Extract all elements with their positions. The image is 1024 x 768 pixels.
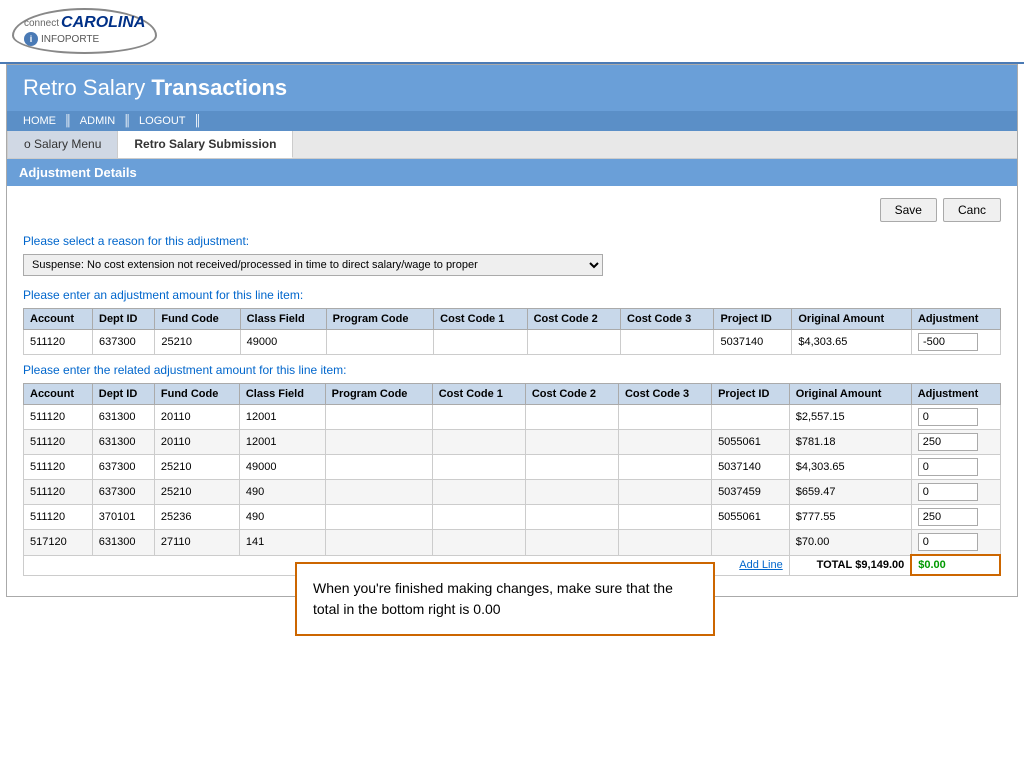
adjustment-input[interactable]: [918, 433, 978, 451]
related-table: Account Dept ID Fund Code Class Field Pr…: [23, 383, 1001, 576]
adjustment-input[interactable]: [918, 483, 978, 501]
table-row: 511120370101252364905055061$777.55: [24, 505, 1001, 530]
col2-project-id: Project ID: [712, 384, 790, 405]
page-title: Retro Salary Transactions: [23, 75, 1001, 101]
adjustment-input[interactable]: [918, 508, 978, 526]
tab-salary-menu[interactable]: o Salary Menu: [7, 131, 118, 158]
col2-account: Account: [24, 384, 93, 405]
total-label-cell: TOTAL $9,149.00: [789, 555, 911, 575]
col2-original-amount: Original Amount: [789, 384, 911, 405]
cancel-button[interactable]: Canc: [943, 198, 1001, 222]
reason-dropdown-row: Please select a reason for this adjustme…: [23, 234, 1001, 276]
table-row: 51112063730025210490005037140$4,303.65: [24, 455, 1001, 480]
adjustment-details-header: Adjustment Details: [7, 159, 1017, 186]
col2-cost-code-3: Cost Code 3: [618, 384, 711, 405]
col-project-id: Project ID: [714, 309, 792, 330]
col-original-amount: Original Amount: [792, 309, 912, 330]
logo-connect-text: connect: [24, 18, 59, 29]
col2-dept-id: Dept ID: [92, 384, 154, 405]
col-program-code: Program Code: [326, 309, 434, 330]
col2-cost-code-2: Cost Code 2: [525, 384, 618, 405]
adjustment-input[interactable]: [918, 333, 978, 351]
col2-program-code: Program Code: [325, 384, 432, 405]
add-line-link[interactable]: Add Line: [739, 559, 782, 571]
related-label: Please enter the related adjustment amou…: [23, 363, 1001, 377]
header: connect CAROLINA i INFOPORTE: [0, 0, 1024, 64]
table-row: 51712063130027110141$70.00: [24, 530, 1001, 556]
adjustment-input[interactable]: [918, 533, 978, 551]
col2-class-field: Class Field: [239, 384, 325, 405]
nav-admin[interactable]: ADMIN: [80, 115, 115, 127]
save-button[interactable]: Save: [880, 198, 937, 222]
logo-carolina-text: CAROLINA: [61, 14, 145, 32]
logo-infoporte-row: i INFOPORTE: [24, 32, 145, 46]
table-row: 51112063730025210490005037140$4,303.65: [24, 330, 1001, 355]
logo-area: connect CAROLINA i INFOPORTE: [24, 14, 145, 46]
table-row: 5111206313002011012001$2,557.15: [24, 405, 1001, 430]
info-icon: i: [24, 32, 38, 46]
col-adjustment: Adjustment: [911, 309, 1000, 330]
col-account: Account: [24, 309, 93, 330]
nav-home[interactable]: HOME: [23, 115, 56, 127]
adjustment-details-content: Save Canc Please select a reason for thi…: [7, 186, 1017, 596]
reason-label: Please select a reason for this adjustme…: [23, 234, 1001, 248]
page-wrapper: connect CAROLINA i INFOPORTE Retro Salar…: [0, 0, 1024, 768]
col-cost-code-2: Cost Code 2: [527, 309, 620, 330]
col2-fund-code: Fund Code: [154, 384, 239, 405]
button-row: Save Canc: [23, 198, 1001, 222]
adjustment-details-section: Adjustment Details Save Canc Please sele…: [7, 159, 1017, 596]
col-fund-code: Fund Code: [155, 309, 240, 330]
main-container: Retro Salary Transactions HOME ║ ADMIN ║…: [6, 64, 1018, 597]
col2-adjustment: Adjustment: [911, 384, 1000, 405]
callout-text: When you're finished making changes, mak…: [313, 580, 673, 617]
line-item-table: Account Dept ID Fund Code Class Field Pr…: [23, 308, 1001, 355]
adjustment-input[interactable]: [918, 408, 978, 426]
tab-bar: o Salary Menu Retro Salary Submission: [7, 131, 1017, 159]
line-item-label: Please enter an adjustment amount for th…: [23, 288, 1001, 302]
total-adjustment-cell: $0.00: [911, 555, 1000, 575]
table-row: 51112063130020110120015055061$781.18: [24, 430, 1001, 455]
table-row: 511120637300252104905037459$659.47: [24, 480, 1001, 505]
callout-box: When you're finished making changes, mak…: [295, 562, 715, 636]
nav-bar: HOME ║ ADMIN ║ LOGOUT ║: [7, 111, 1017, 131]
title-bar: Retro Salary Transactions: [7, 65, 1017, 111]
col-class-field: Class Field: [240, 309, 326, 330]
adjustment-input[interactable]: [918, 458, 978, 476]
col-cost-code-3: Cost Code 3: [621, 309, 714, 330]
col-cost-code-1: Cost Code 1: [434, 309, 527, 330]
logo-container: connect CAROLINA i INFOPORTE: [12, 8, 157, 54]
col2-cost-code-1: Cost Code 1: [432, 384, 525, 405]
nav-logout[interactable]: LOGOUT: [139, 115, 185, 127]
infoporte-text: INFOPORTE: [41, 34, 99, 45]
tab-retro-salary-submission[interactable]: Retro Salary Submission: [118, 131, 293, 158]
reason-select[interactable]: Suspense: No cost extension not received…: [23, 254, 603, 276]
col-dept-id: Dept ID: [93, 309, 155, 330]
